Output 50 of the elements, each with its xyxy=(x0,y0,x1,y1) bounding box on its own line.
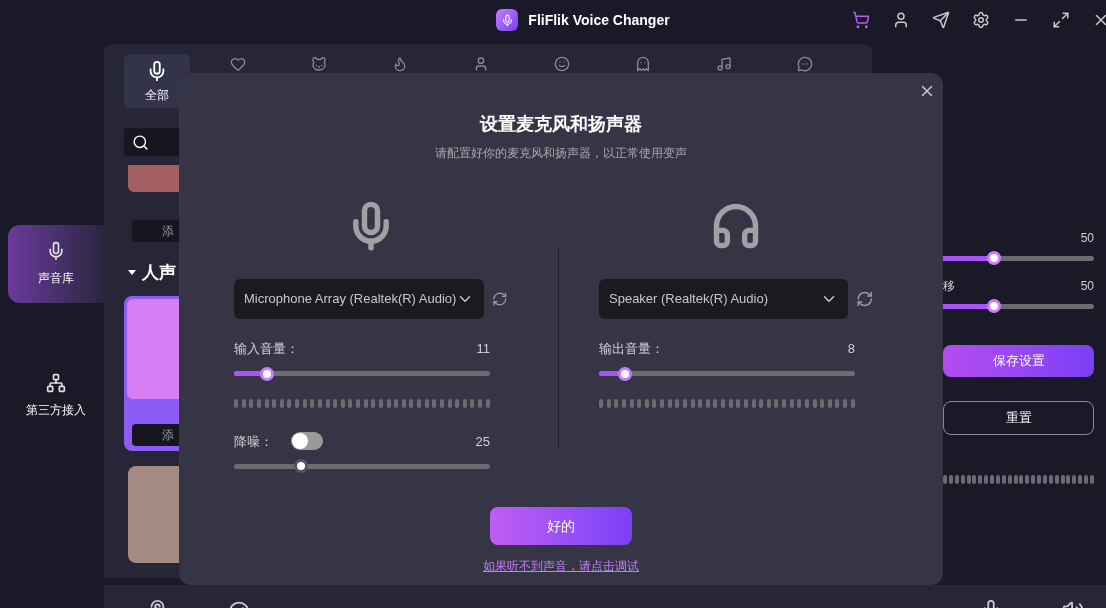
app-title: FliFlik Voice Changer xyxy=(528,10,670,30)
refresh-icon[interactable] xyxy=(492,290,508,308)
category-tab[interactable]: 全部 xyxy=(124,54,190,108)
noise-reduction-label: 降噪： xyxy=(234,432,273,451)
slider-thumb[interactable] xyxy=(293,459,308,473)
slider-thumb[interactable] xyxy=(986,299,1001,313)
person-icon xyxy=(473,56,489,72)
send-icon[interactable] xyxy=(932,11,950,29)
cart-icon[interactable] xyxy=(852,11,870,29)
app-logo xyxy=(496,9,519,31)
user-icon[interactable] xyxy=(892,11,910,29)
refresh-icon[interactable] xyxy=(855,290,873,308)
volume-value: 11 xyxy=(476,340,490,358)
slider-thumb[interactable] xyxy=(260,366,275,381)
heart-icon xyxy=(230,56,246,72)
cat-icon xyxy=(311,56,327,72)
slider[interactable] xyxy=(234,459,490,473)
search-icon xyxy=(132,133,149,151)
music-note-icon xyxy=(716,56,732,72)
flame-icon xyxy=(392,56,408,72)
slider-thumb[interactable] xyxy=(617,366,632,381)
save-settings-button[interactable]: 保存设置 xyxy=(943,345,1094,377)
slider[interactable] xyxy=(599,366,855,381)
slider-value: 50 xyxy=(1080,230,1094,247)
ghost-icon xyxy=(635,56,651,72)
microphone-icon xyxy=(46,241,66,261)
caret-icon[interactable] xyxy=(128,270,136,276)
volume-label: 输出音量： xyxy=(599,340,664,358)
network-icon xyxy=(46,373,66,393)
slider[interactable] xyxy=(234,366,490,381)
slider-thumb[interactable] xyxy=(986,251,1001,265)
sidebar-item[interactable]: 声音库 xyxy=(8,225,104,303)
volume-label: 输入音量： xyxy=(234,340,299,358)
dialog-subtitle: 请配置好你的麦克风和扬声器，以正常使用变声 xyxy=(435,145,687,162)
slider-value: 50 xyxy=(1080,278,1094,295)
device-dropdown[interactable]: Speaker (Realtek(R) Audio) xyxy=(599,279,848,319)
chat-bubble-icon xyxy=(797,56,813,72)
noise-reduction-value: 25 xyxy=(475,432,490,451)
maximize-icon[interactable] xyxy=(1052,11,1070,29)
section-heading: 人声 xyxy=(142,262,176,284)
sidebar-item[interactable]: 第三方接入 xyxy=(8,357,104,435)
face-icon xyxy=(554,56,570,72)
toggle-switch[interactable] xyxy=(291,432,323,451)
settings-icon[interactable] xyxy=(972,11,990,29)
volume-value: 8 xyxy=(847,340,855,358)
help-link[interactable]: 如果听不到声音，请点击调试 xyxy=(483,557,639,575)
ok-button[interactable]: 好的 xyxy=(490,507,632,545)
slider-label: 移 xyxy=(943,278,955,295)
device-dropdown[interactable]: Microphone Array (Realtek(R) Audio) xyxy=(234,279,485,319)
dialog-title: 设置麦克风和扬声器 xyxy=(480,113,642,136)
